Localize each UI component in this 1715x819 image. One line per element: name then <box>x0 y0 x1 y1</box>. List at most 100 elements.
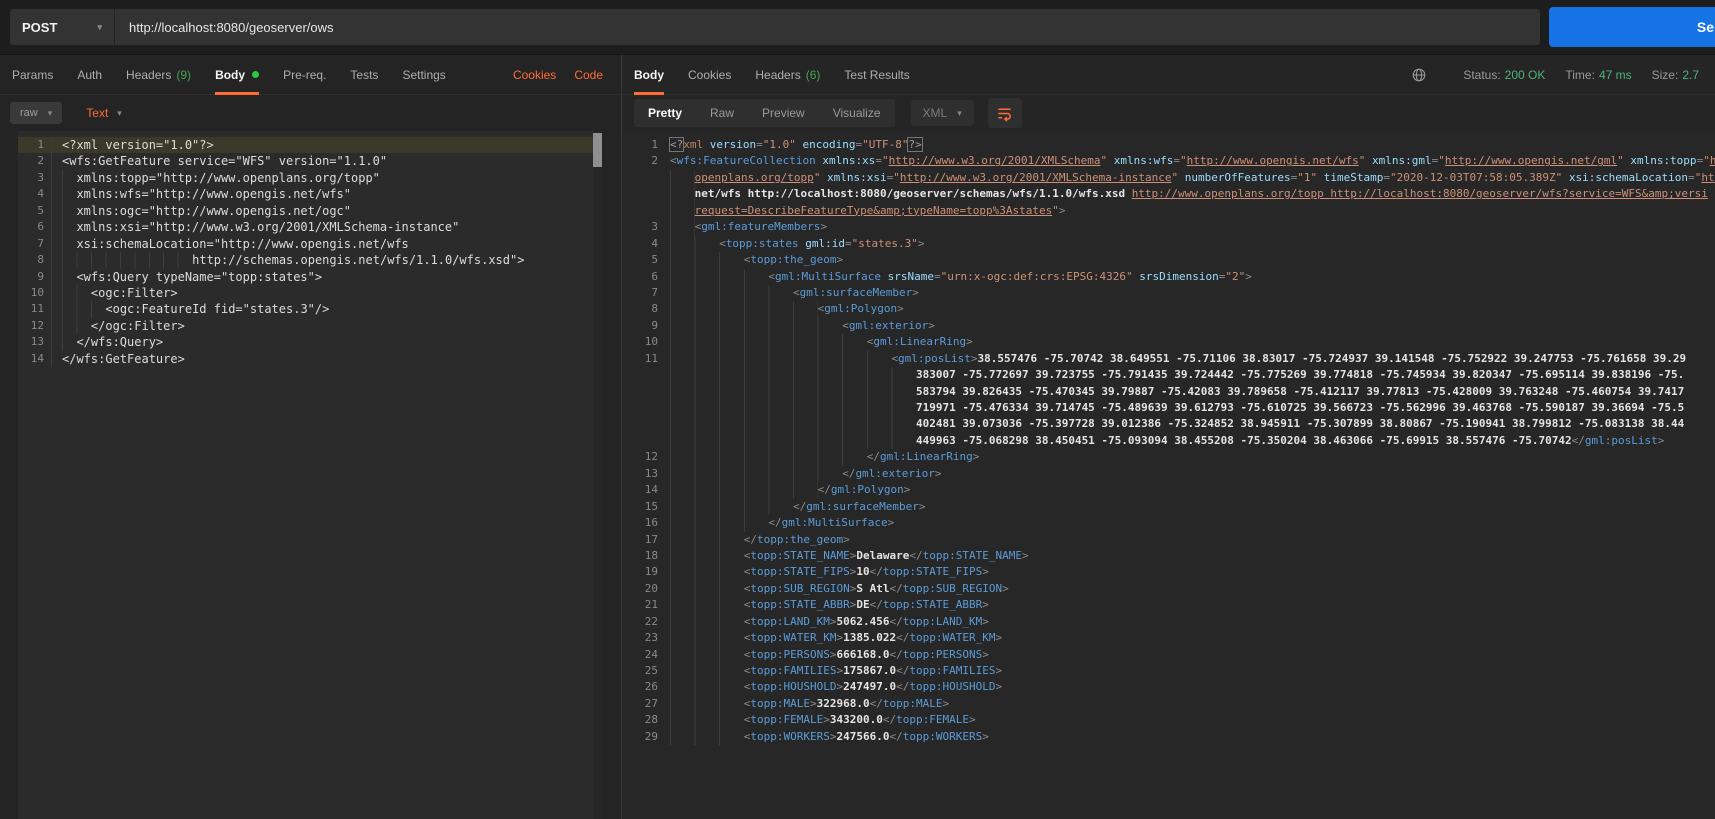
tab-pre-req[interactable]: Pre-req. <box>283 55 326 94</box>
indent-guides <box>670 679 744 695</box>
code-line: 1<?xml version="1.0"?> <box>18 137 602 153</box>
view-pretty[interactable]: Pretty <box>634 99 696 127</box>
code-line: 19<topp:STATE_FIPS>10</topp:STATE_FIPS> <box>622 564 1715 580</box>
indent-guides <box>670 647 744 663</box>
line-number: 1 <box>622 137 658 153</box>
indent-guides <box>62 301 105 317</box>
response-language-select[interactable]: XML ▾ <box>911 100 974 126</box>
code-line: 5<topp:the_geom> <box>622 252 1715 268</box>
line-number: 25 <box>622 663 658 679</box>
view-mode-switch: Pretty Raw Preview Visualize <box>634 99 895 127</box>
response-tabs-bar: Body Cookies Headers (6) Test Results St… <box>622 55 1715 95</box>
send-button[interactable]: Send <box>1549 7 1715 47</box>
indent-guides <box>670 515 768 531</box>
code-line: request=DescribeFeatureType&amp;typeName… <box>622 203 1715 219</box>
time-badge: Time:47 ms <box>1565 68 1631 82</box>
tab-body[interactable]: Body <box>215 55 259 94</box>
tab-test-results[interactable]: Test Results <box>844 55 909 94</box>
code-line: 1<?xml version="1.0" encoding="UTF-8"?> <box>622 137 1715 153</box>
tab-settings[interactable]: Settings <box>402 55 445 94</box>
line-number: 27 <box>622 696 658 712</box>
tab-params[interactable]: Params <box>12 55 53 94</box>
line-number: 5 <box>18 203 52 219</box>
line-number: 12 <box>622 449 658 465</box>
view-visualize[interactable]: Visualize <box>819 99 895 127</box>
line-number: 21 <box>622 597 658 613</box>
indent-guides <box>670 301 818 317</box>
method-selector[interactable]: POST ▾ <box>10 9 115 45</box>
indent-guides <box>670 564 744 580</box>
code-line: 8<gml:Polygon> <box>622 301 1715 317</box>
line-number: 24 <box>622 647 658 663</box>
indent-guides <box>670 581 744 597</box>
code-line: 13</wfs:Query> <box>18 334 602 350</box>
response-view-bar: Pretty Raw Preview Visualize XML ▾ <box>622 95 1715 131</box>
indent-guides <box>670 466 842 482</box>
tab-response-cookies[interactable]: Cookies <box>688 55 731 94</box>
tab-tests[interactable]: Tests <box>350 55 378 94</box>
wrap-text-icon <box>996 105 1013 122</box>
tab-headers[interactable]: Headers (9) <box>126 55 191 94</box>
indent-guides <box>670 219 695 235</box>
code-line: 6xmlns:xsi="http://www.w3.org/2001/XMLSc… <box>18 219 602 235</box>
cookies-link[interactable]: Cookies <box>513 68 556 82</box>
code-line: 583794 39.826435 -75.470345 39.79887 -75… <box>622 384 1715 400</box>
code-line: 6<gml:MultiSurface srsName="urn:x-ogc:de… <box>622 269 1715 285</box>
line-number: 14 <box>622 482 658 498</box>
tab-response-body[interactable]: Body <box>634 55 664 94</box>
code-line: 24<topp:PERSONS>666168.0</topp:PERSONS> <box>622 647 1715 663</box>
code-line: 719971 -75.476334 39.714745 -75.489639 3… <box>622 400 1715 416</box>
line-number: 15 <box>622 499 658 515</box>
tab-response-headers[interactable]: Headers (6) <box>755 55 820 94</box>
code-link[interactable]: Code <box>574 68 603 82</box>
code-line: 7<gml:surfaceMember> <box>622 285 1715 301</box>
body-mode-select[interactable]: raw ▾ <box>10 102 62 124</box>
view-raw[interactable]: Raw <box>696 99 748 127</box>
body-type-bar: raw ▾ Text ▾ <box>0 95 621 131</box>
code-line: 2<wfs:GetFeature service="WFS" version="… <box>18 153 602 169</box>
indent-guides <box>670 384 916 400</box>
code-line: 26<topp:HOUSHOLD>247497.0</topp:HOUSHOLD… <box>622 679 1715 695</box>
indent-guides <box>62 170 76 186</box>
request-body-editor[interactable]: 1<?xml version="1.0"?>2<wfs:GetFeature s… <box>18 131 602 819</box>
code-line: 12</gml:LinearRing> <box>622 449 1715 465</box>
line-number: 11 <box>18 301 52 317</box>
indent-guides <box>670 269 768 285</box>
response-body-editor[interactable]: 1<?xml version="1.0" encoding="UTF-8"?> 2… <box>622 131 1715 819</box>
scrollbar[interactable] <box>593 131 602 819</box>
chevron-down-icon: ▾ <box>97 22 102 33</box>
indent-guides <box>670 334 867 350</box>
code-line: 29<topp:WORKERS>247566.0</topp:WORKERS> <box>622 729 1715 745</box>
code-line: 11<gml:posList>38.557476 -75.70742 38.64… <box>622 351 1715 367</box>
indent-guides <box>670 351 891 367</box>
code-line: 402481 39.073036 -75.397728 39.012386 -7… <box>622 416 1715 432</box>
line-number: 5 <box>622 252 658 268</box>
indent-guides <box>670 663 744 679</box>
line-number: 12 <box>18 318 52 334</box>
response-pane: Body Cookies Headers (6) Test Results St… <box>622 55 1715 819</box>
code-line: openplans.org/topp" xmlns:xsi="http://ww… <box>622 170 1715 186</box>
indent-guides <box>670 285 793 301</box>
code-line: 21<topp:STATE_ABBR>DE</topp:STATE_ABBR> <box>622 597 1715 613</box>
network-globe-icon[interactable] <box>1411 67 1427 83</box>
line-number: 3 <box>622 219 658 235</box>
body-language-select[interactable]: Text ▾ <box>86 106 122 120</box>
view-preview[interactable]: Preview <box>748 99 819 127</box>
line-number: 17 <box>622 532 658 548</box>
indent-guides <box>670 614 744 630</box>
chevron-down-icon: ▾ <box>48 108 53 119</box>
response-meta: Status:200 OK Time:47 ms Size:2.7 <box>1411 67 1703 83</box>
line-number: 23 <box>622 630 658 646</box>
indent-guides <box>670 499 793 515</box>
wrap-text-button[interactable] <box>988 98 1022 128</box>
scrollbar-thumb[interactable] <box>593 133 602 167</box>
code-line: 4xmlns:wfs="http://www.opengis.net/wfs" <box>18 186 602 202</box>
tab-auth[interactable]: Auth <box>77 55 102 94</box>
url-group: POST ▾ <box>10 9 1540 45</box>
line-number: 16 <box>622 515 658 531</box>
code-line: 20<topp:SUB_REGION>S Atl</topp:SUB_REGIO… <box>622 581 1715 597</box>
url-input[interactable] <box>115 9 1540 45</box>
body-green-dot <box>252 71 259 78</box>
chevron-down-icon: ▾ <box>117 108 122 119</box>
code-line: 15</gml:surfaceMember> <box>622 499 1715 515</box>
